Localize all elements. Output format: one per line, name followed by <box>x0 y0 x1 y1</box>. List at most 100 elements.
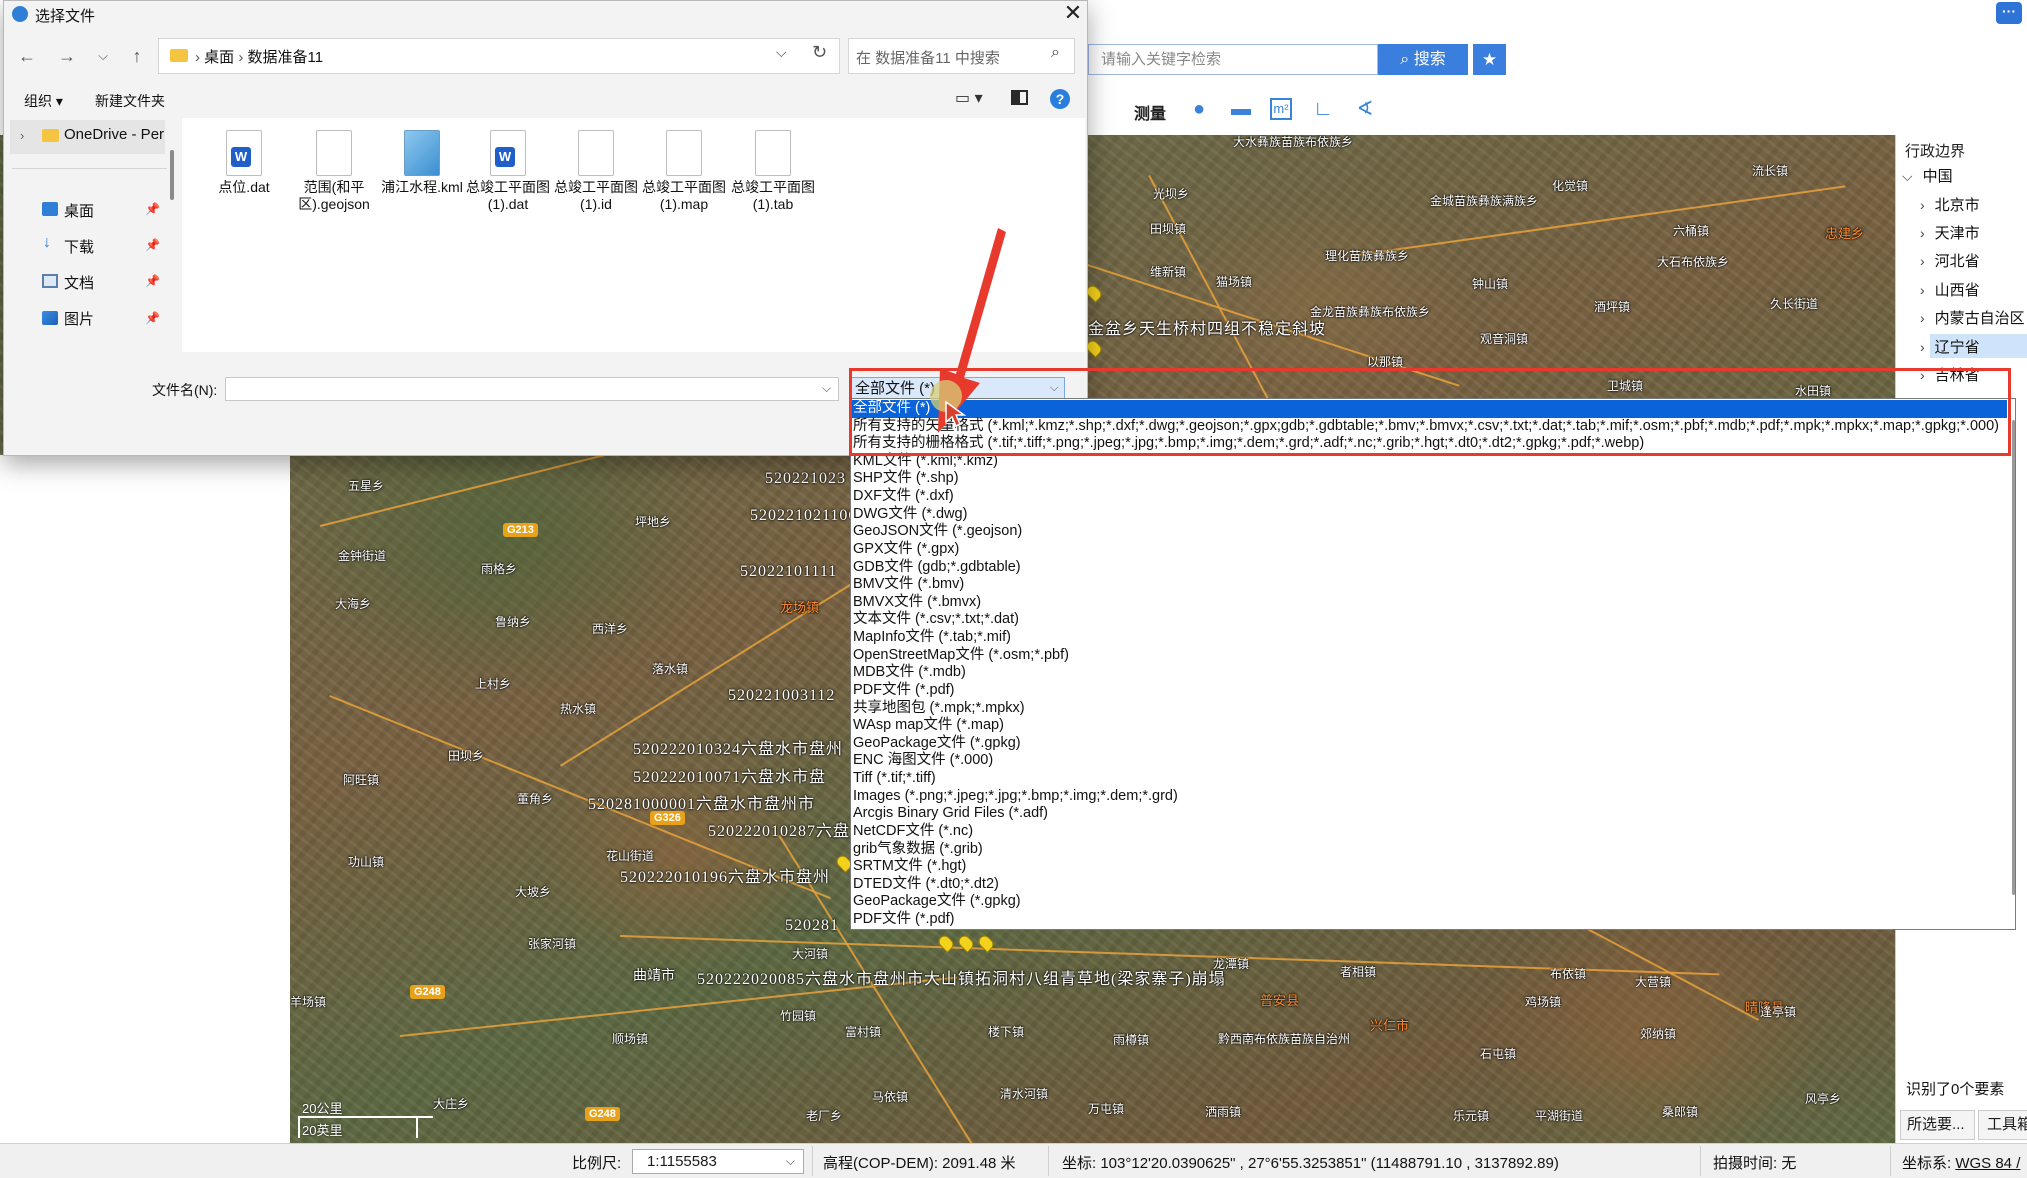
file-type-option[interactable]: GeoPackage文件 (*.gpkg) <box>853 735 1021 753</box>
scrollbar[interactable] <box>170 150 174 200</box>
file-type-option[interactable]: MapInfo文件 (*.tab;*.mif) <box>853 629 1011 647</box>
file-type-option[interactable]: GeoJSON文件 (*.geojson) <box>853 523 1022 541</box>
file-item[interactable]: 总竣工平面图(1).id <box>554 130 638 213</box>
new-folder-button[interactable]: 新建文件夹 <box>95 91 165 111</box>
tree-item[interactable]: › 山西省 <box>1920 279 1980 300</box>
file-type-option[interactable]: BMV文件 (*.bmv) <box>853 576 964 594</box>
location-pin-icon[interactable]: ● <box>1186 96 1212 122</box>
file-item[interactable]: 总竣工平面图(1).dat <box>466 130 550 213</box>
file-type-option[interactable]: ENC 海图文件 (*.000) <box>853 752 993 770</box>
breadcrumb-item[interactable]: 桌面 <box>204 49 234 66</box>
file-type-option[interactable]: PDF文件 (*.pdf) <box>853 682 955 700</box>
chevron-right-icon[interactable]: › <box>1920 253 1925 269</box>
view-options-icon[interactable]: ▭ ▾ <box>955 88 983 108</box>
place-label: 富村镇 <box>845 1025 882 1039</box>
file-item[interactable]: 总竣工平面图(1).tab <box>731 130 815 213</box>
recent-dropdown-icon[interactable]: ⌵ <box>92 45 114 67</box>
file-item[interactable]: 浦江水程.kml <box>380 130 464 196</box>
file-type-option[interactable]: PDF文件 (*.pdf) <box>853 911 955 929</box>
refresh-icon[interactable]: ↻ <box>812 42 827 63</box>
nav-item-onedrive[interactable]: OneDrive - Per <box>64 126 164 143</box>
pin-icon[interactable]: 📌 <box>145 202 160 216</box>
pin-icon[interactable]: 📌 <box>145 238 160 252</box>
tree-root-china[interactable]: ⌵ 中国 <box>1902 165 1953 186</box>
nav-item-desktop[interactable]: 桌面 <box>64 200 94 221</box>
file-type-option[interactable]: Images (*.png;*.jpeg;*.jpg;*.bmp;*.img;*… <box>853 788 1178 806</box>
angle-icon[interactable]: ∟ <box>1310 96 1336 122</box>
breadcrumb-item[interactable]: 数据准备11 <box>248 49 324 66</box>
file-type-option[interactable]: Arcgis Binary Grid Files (*.adf) <box>853 805 1048 823</box>
map-search-input[interactable]: 请输入关键字检索 <box>1088 44 1378 75</box>
map-marker-icon[interactable] <box>956 933 976 953</box>
file-type-option[interactable]: SHP文件 (*.shp) <box>853 470 959 488</box>
chevron-down-icon[interactable]: ⌵ <box>822 381 831 396</box>
tree-item[interactable]: › 天津市 <box>1920 222 1980 243</box>
file-type-option[interactable]: MDB文件 (*.mdb) <box>853 664 966 682</box>
chevron-right-icon[interactable]: › <box>20 128 24 143</box>
tree-item[interactable]: › 河北省 <box>1920 250 1980 271</box>
star-icon[interactable]: ★ <box>1473 44 1506 75</box>
nav-item-documents[interactable]: 文档 <box>64 272 94 293</box>
up-icon[interactable]: ↑ <box>126 45 148 67</box>
file-type-option[interactable]: 共享地图包 (*.mpk;*.mpkx) <box>853 700 1025 718</box>
map-marker-icon[interactable] <box>936 933 956 953</box>
place-label: 老厂乡 <box>806 1109 843 1123</box>
nav-item-downloads[interactable]: 下载 <box>64 236 94 257</box>
map-search-button[interactable]: ⌕ 搜索 <box>1378 44 1468 75</box>
area-icon[interactable]: m² <box>1270 98 1292 120</box>
selected-features-button[interactable]: 所选要... <box>1900 1110 1975 1140</box>
preview-pane-icon[interactable] <box>1011 90 1028 105</box>
pin-icon[interactable]: 📌 <box>145 311 160 325</box>
file-type-option[interactable]: SRTM文件 (*.hgt) <box>853 858 966 876</box>
tree-item[interactable]: › 北京市 <box>1920 194 1980 215</box>
nav-item-pictures[interactable]: 图片 <box>64 308 94 329</box>
scale-select[interactable]: 1:1155583 ⌵ <box>632 1149 804 1174</box>
chevron-right-icon[interactable]: › <box>1920 339 1925 355</box>
back-icon[interactable]: ← <box>16 45 38 67</box>
file-type-option[interactable]: NetCDF文件 (*.nc) <box>853 823 973 841</box>
file-type-option[interactable]: Tiff (*.tif;*.tiff) <box>853 770 936 788</box>
file-type-option[interactable]: WAsp map文件 (*.map) <box>853 717 1004 735</box>
place-label: 万屯镇 <box>1088 1102 1125 1116</box>
crs-value[interactable]: WGS 84 / <box>1955 1155 2020 1172</box>
file-item[interactable]: 总竣工平面图(1).map <box>642 130 726 213</box>
chevron-right-icon[interactable]: › <box>1920 282 1925 298</box>
forward-icon[interactable]: → <box>56 45 78 67</box>
chevron-right-icon[interactable]: › <box>1920 197 1925 213</box>
file-type-option[interactable]: DXF文件 (*.dxf) <box>853 488 954 506</box>
search-icon[interactable]: ⌕ <box>1051 44 1060 62</box>
filename-input[interactable] <box>225 377 839 401</box>
chevron-right-icon[interactable]: › <box>1920 310 1925 326</box>
file-item[interactable]: 点位.dat <box>202 130 286 196</box>
file-type-option[interactable]: GDB文件 (gdb;*.gdbtable) <box>853 559 1021 577</box>
tree-item-label: 北京市 <box>1934 197 1980 214</box>
file-type-option[interactable]: BMVX文件 (*.bmvx) <box>853 594 981 612</box>
place-label: 大坡乡 <box>515 885 552 899</box>
place-label: 平湖街道 <box>1535 1109 1584 1123</box>
place-label: 酒坪镇 <box>1594 300 1631 314</box>
organize-menu[interactable]: 组织 ▾ <box>24 91 63 111</box>
toolbox-button[interactable]: 工具箱 <box>1978 1110 2027 1140</box>
file-type-option[interactable]: DTED文件 (*.dt0;*.dt2) <box>853 876 999 894</box>
chat-icon[interactable]: ··· <box>1996 2 2022 24</box>
file-item[interactable]: 范围(和平区).geojson <box>292 130 376 213</box>
desktop-icon <box>42 202 58 216</box>
close-icon[interactable]: ✕ <box>1058 0 1088 28</box>
help-icon[interactable]: ? <box>1050 89 1070 109</box>
ruler-icon[interactable]: ▬ <box>1228 96 1254 122</box>
file-type-option[interactable]: GeoPackage文件 (*.gpkg) <box>853 893 1021 911</box>
chevron-right-icon[interactable]: › <box>1920 225 1925 241</box>
file-type-option[interactable]: DWG文件 (*.dwg) <box>853 506 967 524</box>
azimuth-icon[interactable]: ∢ <box>1352 96 1378 122</box>
file-type-option[interactable]: grib气象数据 (*.grib) <box>853 841 983 859</box>
scrollbar[interactable] <box>2012 420 2015 895</box>
tree-item[interactable]: › 内蒙古自治区 <box>1920 307 2025 328</box>
file-type-option[interactable]: GPX文件 (*.gpx) <box>853 541 959 559</box>
pin-icon[interactable]: 📌 <box>145 274 160 288</box>
file-type-option[interactable]: OpenStreetMap文件 (*.osm;*.pbf) <box>853 647 1069 665</box>
tree-item-selected[interactable]: › 辽宁省 <box>1920 336 1980 357</box>
place-label: 钟山镇 <box>1472 277 1509 291</box>
chevron-down-icon[interactable]: ⌵ <box>1902 168 1913 184</box>
chevron-down-icon[interactable]: ⌵ <box>776 44 787 61</box>
file-type-option[interactable]: 文本文件 (*.csv;*.txt;*.dat) <box>853 611 1019 629</box>
